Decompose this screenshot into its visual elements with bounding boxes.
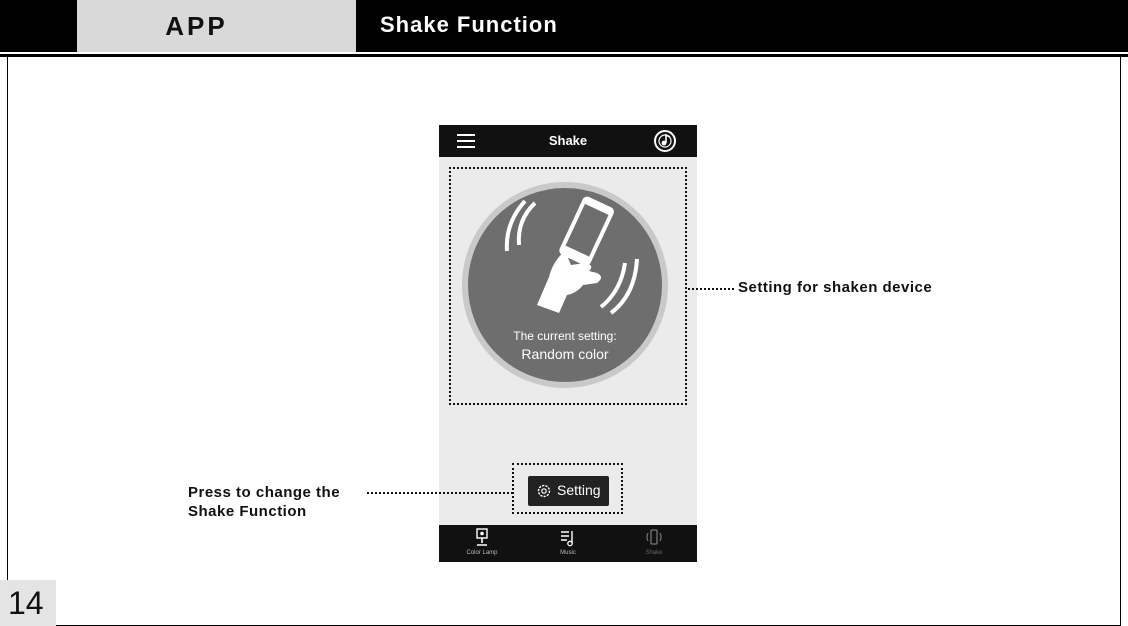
phone-tab-bar: Color Lamp Music Shake bbox=[439, 525, 697, 562]
menu-icon[interactable] bbox=[457, 134, 475, 148]
tab-label: Shake bbox=[645, 550, 663, 556]
leader-line-setting bbox=[367, 492, 513, 494]
tab-shake[interactable]: Shake bbox=[624, 525, 684, 562]
page-number: 14 bbox=[8, 585, 44, 621]
shake-icon bbox=[646, 529, 662, 545]
music-icon bbox=[561, 531, 573, 547]
page-header: APP Shake Function bbox=[0, 0, 1128, 52]
callout-shaken-device: Setting for shaken device bbox=[738, 279, 933, 296]
tab-music[interactable]: Music bbox=[538, 525, 598, 562]
music-disc-icon[interactable] bbox=[653, 129, 677, 153]
frame-border-left bbox=[7, 57, 8, 580]
leader-line-shaken-device bbox=[688, 288, 734, 290]
app-tab-label: APP bbox=[77, 0, 356, 52]
callout-change-function-line1: Press to change the bbox=[188, 484, 341, 501]
tab-label: Music bbox=[560, 550, 576, 556]
tab-label: Color Lamp bbox=[466, 550, 498, 556]
highlight-box-shake-area bbox=[449, 167, 687, 405]
header-divider bbox=[0, 54, 1128, 57]
tab-color-lamp[interactable]: Color Lamp bbox=[452, 525, 512, 562]
highlight-box-setting-button bbox=[512, 463, 623, 514]
frame-border-right bbox=[1120, 57, 1121, 626]
section-title: Shake Function bbox=[380, 12, 558, 37]
callout-change-function-line2: Shake Function bbox=[188, 503, 307, 520]
lamp-icon bbox=[476, 528, 488, 546]
